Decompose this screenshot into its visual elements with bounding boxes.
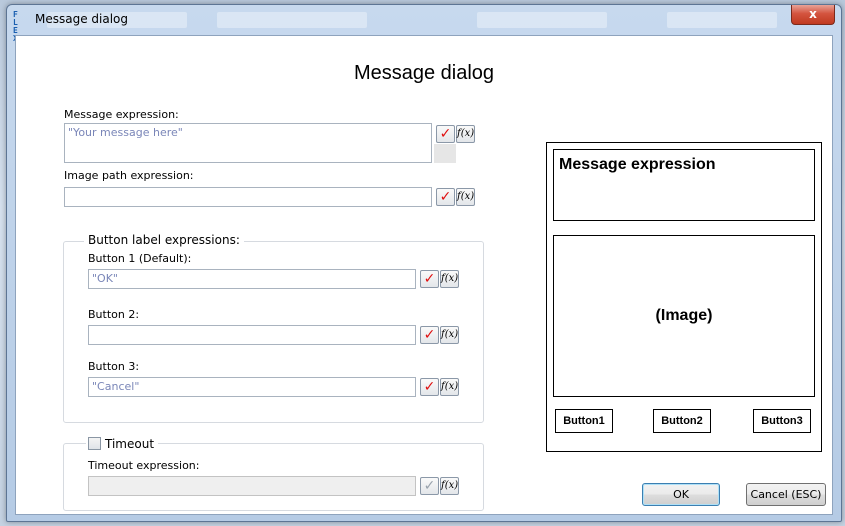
message-expression-input[interactable]: "Your message here" — [64, 123, 432, 163]
preview-message-box: Message expression — [553, 149, 815, 221]
window-title: Message dialog — [35, 12, 129, 26]
image-path-input[interactable] — [64, 187, 432, 207]
image-path-label: Image path expression: — [64, 169, 194, 182]
message-validate-button[interactable]: ✓ — [436, 125, 455, 143]
preview-button3: Button3 — [753, 409, 811, 433]
timeout-checkbox-label: Timeout — [105, 437, 155, 451]
button3-validate-button[interactable]: ✓ — [420, 378, 439, 396]
dialog-heading: Message dialog — [353, 62, 495, 84]
close-button[interactable]: x — [791, 5, 835, 25]
check-icon: ✓ — [423, 271, 436, 287]
check-icon: ✓ — [439, 126, 452, 142]
background-blur — [667, 12, 777, 28]
button2-validate-button[interactable]: ✓ — [420, 326, 439, 344]
button2-input[interactable] — [88, 325, 416, 345]
cancel-button[interactable]: Cancel (ESC) — [746, 483, 826, 506]
button3-fx-button[interactable]: f(x) — [440, 378, 459, 396]
check-icon: ✓ — [439, 189, 452, 205]
flex-app-icon: F LE X — [13, 10, 19, 43]
button2-fx-button[interactable]: f(x) — [440, 326, 459, 344]
button3-input[interactable]: "Cancel" — [88, 377, 416, 397]
title-bar[interactable]: F LE X Message dialog x — [7, 5, 841, 43]
button1-input[interactable]: "OK" — [88, 269, 416, 289]
preview-button1: Button1 — [555, 409, 613, 433]
dialog-client-area: Message dialog Message expression: "Your… — [15, 35, 833, 515]
message-fx-button[interactable]: f(x) — [456, 125, 475, 143]
button-labels-group-title: Button label expressions: — [84, 233, 244, 247]
check-icon: ✓ — [423, 379, 436, 395]
preview-button2: Button2 — [653, 409, 711, 433]
ok-button[interactable]: OK — [642, 483, 720, 506]
dialog-preview: Message expression (Image) Button1 Butto… — [546, 142, 822, 452]
timeout-checkbox[interactable] — [88, 437, 101, 450]
background-blur — [217, 12, 367, 28]
button1-validate-button[interactable]: ✓ — [420, 270, 439, 288]
timeout-validate-button[interactable]: ✓ — [420, 477, 439, 495]
image-path-validate-button[interactable]: ✓ — [436, 188, 455, 206]
check-icon: ✓ — [423, 478, 436, 494]
button3-label: Button 3: — [88, 360, 140, 373]
timeout-group-header: Timeout — [86, 435, 159, 451]
message-expression-label: Message expression: — [64, 108, 179, 121]
timeout-expression-label: Timeout expression: — [88, 459, 200, 472]
image-path-fx-button[interactable]: f(x) — [456, 188, 475, 206]
timeout-expression-input[interactable] — [88, 476, 416, 496]
preview-image-box: (Image) — [553, 235, 815, 397]
timeout-fx-button[interactable]: f(x) — [440, 477, 459, 495]
dialog-window: F LE X Message dialog x Message dialog M… — [6, 4, 842, 522]
button2-label: Button 2: — [88, 308, 140, 321]
check-icon: ✓ — [423, 327, 436, 343]
field-padding — [434, 144, 456, 163]
background-blur — [477, 12, 607, 28]
button1-fx-button[interactable]: f(x) — [440, 270, 459, 288]
button1-label: Button 1 (Default): — [88, 252, 192, 265]
preview-image-label: (Image) — [655, 307, 713, 324]
